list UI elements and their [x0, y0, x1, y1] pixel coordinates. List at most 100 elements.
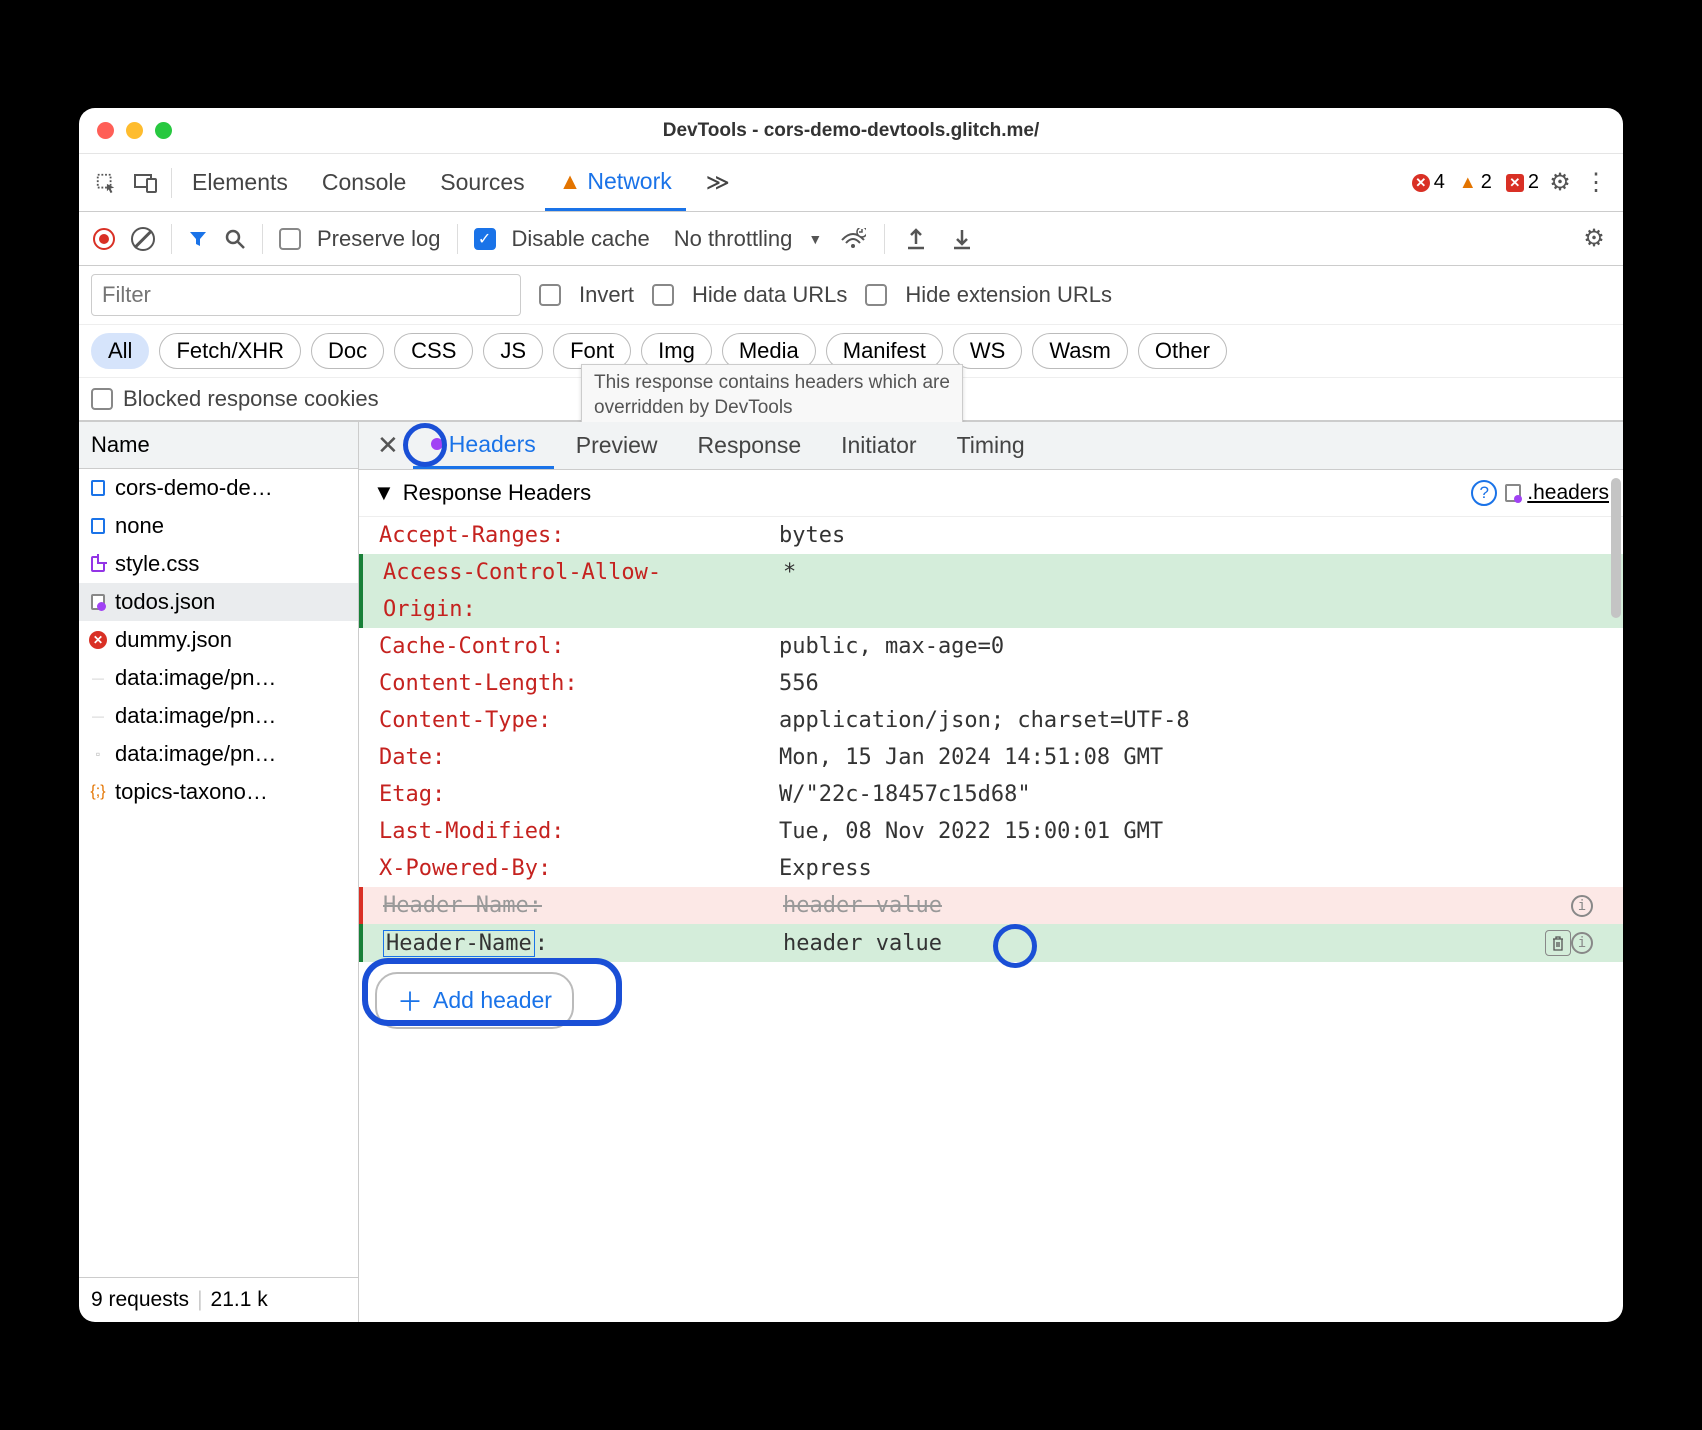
disable-cache-checkbox[interactable]: ✓: [474, 228, 496, 250]
type-filter-wasm[interactable]: Wasm: [1032, 333, 1128, 369]
search-icon[interactable]: [224, 228, 246, 250]
device-toolbar-icon[interactable]: [131, 168, 161, 198]
blocked-cookies-checkbox[interactable]: [91, 388, 113, 410]
header-value: application/json; charset=UTF-8: [779, 708, 1603, 733]
network-conditions-icon[interactable]: [838, 224, 868, 254]
window-title: DevTools - cors-demo-devtools.glitch.me/: [79, 120, 1623, 142]
header-name[interactable]: Header-Name:: [383, 931, 783, 956]
scrollbar[interactable]: [1611, 478, 1621, 618]
main-split: Name cors-demo-de… nonestyle.css todos.jso…: [79, 421, 1623, 1322]
warnings-badge[interactable]: ▲2: [1459, 171, 1492, 194]
override-tooltip: This response contains headers which are…: [581, 364, 963, 427]
panel-tabbar: Elements Console Sources ▲ Network ≫ ✕4 …: [79, 154, 1623, 212]
header-value: *: [783, 560, 1603, 585]
detail-tab-initiator[interactable]: Initiator: [823, 422, 934, 469]
window-maximize[interactable]: [155, 122, 172, 139]
header-row: Accept-Ranges:bytes: [359, 517, 1623, 554]
preserve-log-checkbox[interactable]: [279, 228, 301, 250]
name-column-header[interactable]: Name: [79, 422, 358, 469]
help-icon[interactable]: ?: [1471, 480, 1497, 506]
chevron-down-icon[interactable]: ▼: [808, 231, 822, 247]
request-row[interactable]: —data:image/pn…: [79, 697, 358, 735]
inspect-icon[interactable]: [91, 168, 121, 198]
request-name: dummy.json: [115, 627, 232, 653]
request-count: 9 requests: [91, 1288, 189, 1312]
add-header-button[interactable]: ＋ Add header: [375, 972, 574, 1029]
request-row[interactable]: cors-demo-de…: [79, 469, 358, 507]
tab-console[interactable]: Console: [308, 154, 420, 211]
type-filter-other[interactable]: Other: [1138, 333, 1227, 369]
hide-extension-urls-checkbox[interactable]: [865, 284, 887, 306]
request-name: data:image/pn…: [115, 703, 276, 729]
request-name: todos.json: [115, 589, 215, 615]
request-row[interactable]: ✕ dummy.json: [79, 621, 358, 659]
request-row[interactable]: none: [79, 507, 358, 545]
json-override-icon: [89, 593, 107, 611]
header-name: Access-Control-Allow-: [383, 560, 783, 585]
invert-checkbox[interactable]: [539, 284, 561, 306]
header-row: Content-Length:556: [359, 665, 1623, 702]
header-name: Origin:: [383, 597, 783, 622]
image-icon: —: [89, 669, 107, 687]
request-row[interactable]: todos.json: [79, 583, 358, 621]
network-settings-icon[interactable]: ⚙: [1579, 224, 1609, 254]
info-icon[interactable]: i: [1571, 895, 1593, 917]
hide-data-urls-checkbox[interactable]: [652, 284, 674, 306]
errors-badge[interactable]: ✕4: [1412, 171, 1445, 194]
request-name: topics-taxono…: [115, 779, 268, 805]
export-har-icon[interactable]: [901, 224, 931, 254]
request-row[interactable]: —data:image/pn…: [79, 659, 358, 697]
extra-filter-row: Blocked response cookies This response c…: [79, 378, 1623, 421]
issues-badge[interactable]: ✕2: [1506, 171, 1539, 194]
header-value: Express: [779, 856, 1603, 881]
headers-file-link[interactable]: .headers: [1505, 481, 1609, 505]
settings-icon[interactable]: ⚙: [1545, 168, 1575, 198]
tab-network[interactable]: ▲ Network: [545, 154, 686, 211]
info-icon[interactable]: i: [1571, 932, 1593, 954]
record-button[interactable]: [93, 228, 115, 250]
header-row: Etag:W/"22c-18457c15d68": [359, 776, 1623, 813]
request-name: data:image/pn…: [115, 741, 276, 767]
type-filter-fetch-xhr[interactable]: Fetch/XHR: [159, 333, 301, 369]
request-row[interactable]: {;}topics-taxono…: [79, 773, 358, 811]
window-minimize[interactable]: [126, 122, 143, 139]
more-menu-icon[interactable]: ⋮: [1581, 168, 1611, 198]
header-name: Accept-Ranges:: [379, 523, 779, 548]
window-close[interactable]: [97, 122, 114, 139]
detail-tab-preview[interactable]: Preview: [558, 422, 676, 469]
filter-icon[interactable]: [188, 229, 208, 249]
type-filter-doc[interactable]: Doc: [311, 333, 384, 369]
detail-tab-response[interactable]: Response: [680, 422, 820, 469]
type-filter-all[interactable]: All: [91, 333, 149, 369]
tab-more[interactable]: ≫: [692, 154, 744, 211]
throttling-select[interactable]: No throttling: [674, 226, 793, 252]
close-detail-icon[interactable]: ✕: [367, 430, 409, 461]
filter-input[interactable]: [91, 274, 521, 316]
request-name: cors-demo-de…: [115, 475, 273, 501]
clear-button[interactable]: [131, 227, 155, 251]
tab-elements[interactable]: Elements: [178, 154, 302, 211]
header-value: header value: [783, 931, 1539, 956]
detail-column: ✕ Headers Preview Response Initiator Tim…: [359, 422, 1623, 1322]
detail-tab-headers[interactable]: Headers: [413, 422, 554, 469]
header-value: W/"22c-18457c15d68": [779, 782, 1603, 807]
type-filter-js[interactable]: JS: [483, 333, 543, 369]
warning-icon: ▲: [1459, 172, 1477, 193]
import-har-icon[interactable]: [947, 224, 977, 254]
type-filter-css[interactable]: CSS: [394, 333, 473, 369]
status-badges: ✕4 ▲2 ✕2: [1412, 171, 1539, 194]
type-filter-ws[interactable]: WS: [953, 333, 1022, 369]
detail-tab-timing[interactable]: Timing: [939, 422, 1043, 469]
header-row[interactable]: Header-Name:header value i: [359, 924, 1623, 962]
stylesheet-icon: [89, 555, 107, 573]
header-value: 556: [779, 671, 1603, 696]
request-row[interactable]: ▫data:image/pn…: [79, 735, 358, 773]
header-value: Mon, 15 Jan 2024 14:51:08 GMT: [779, 745, 1603, 770]
disable-cache-label: Disable cache: [512, 226, 650, 252]
request-row[interactable]: style.css: [79, 545, 358, 583]
header-value: public, max-age=0: [779, 634, 1603, 659]
response-headers-section[interactable]: ▼ Response Headers ? .headers: [359, 470, 1623, 517]
tab-sources[interactable]: Sources: [426, 154, 538, 211]
error-icon: ✕: [89, 631, 107, 649]
delete-icon[interactable]: [1545, 930, 1571, 956]
